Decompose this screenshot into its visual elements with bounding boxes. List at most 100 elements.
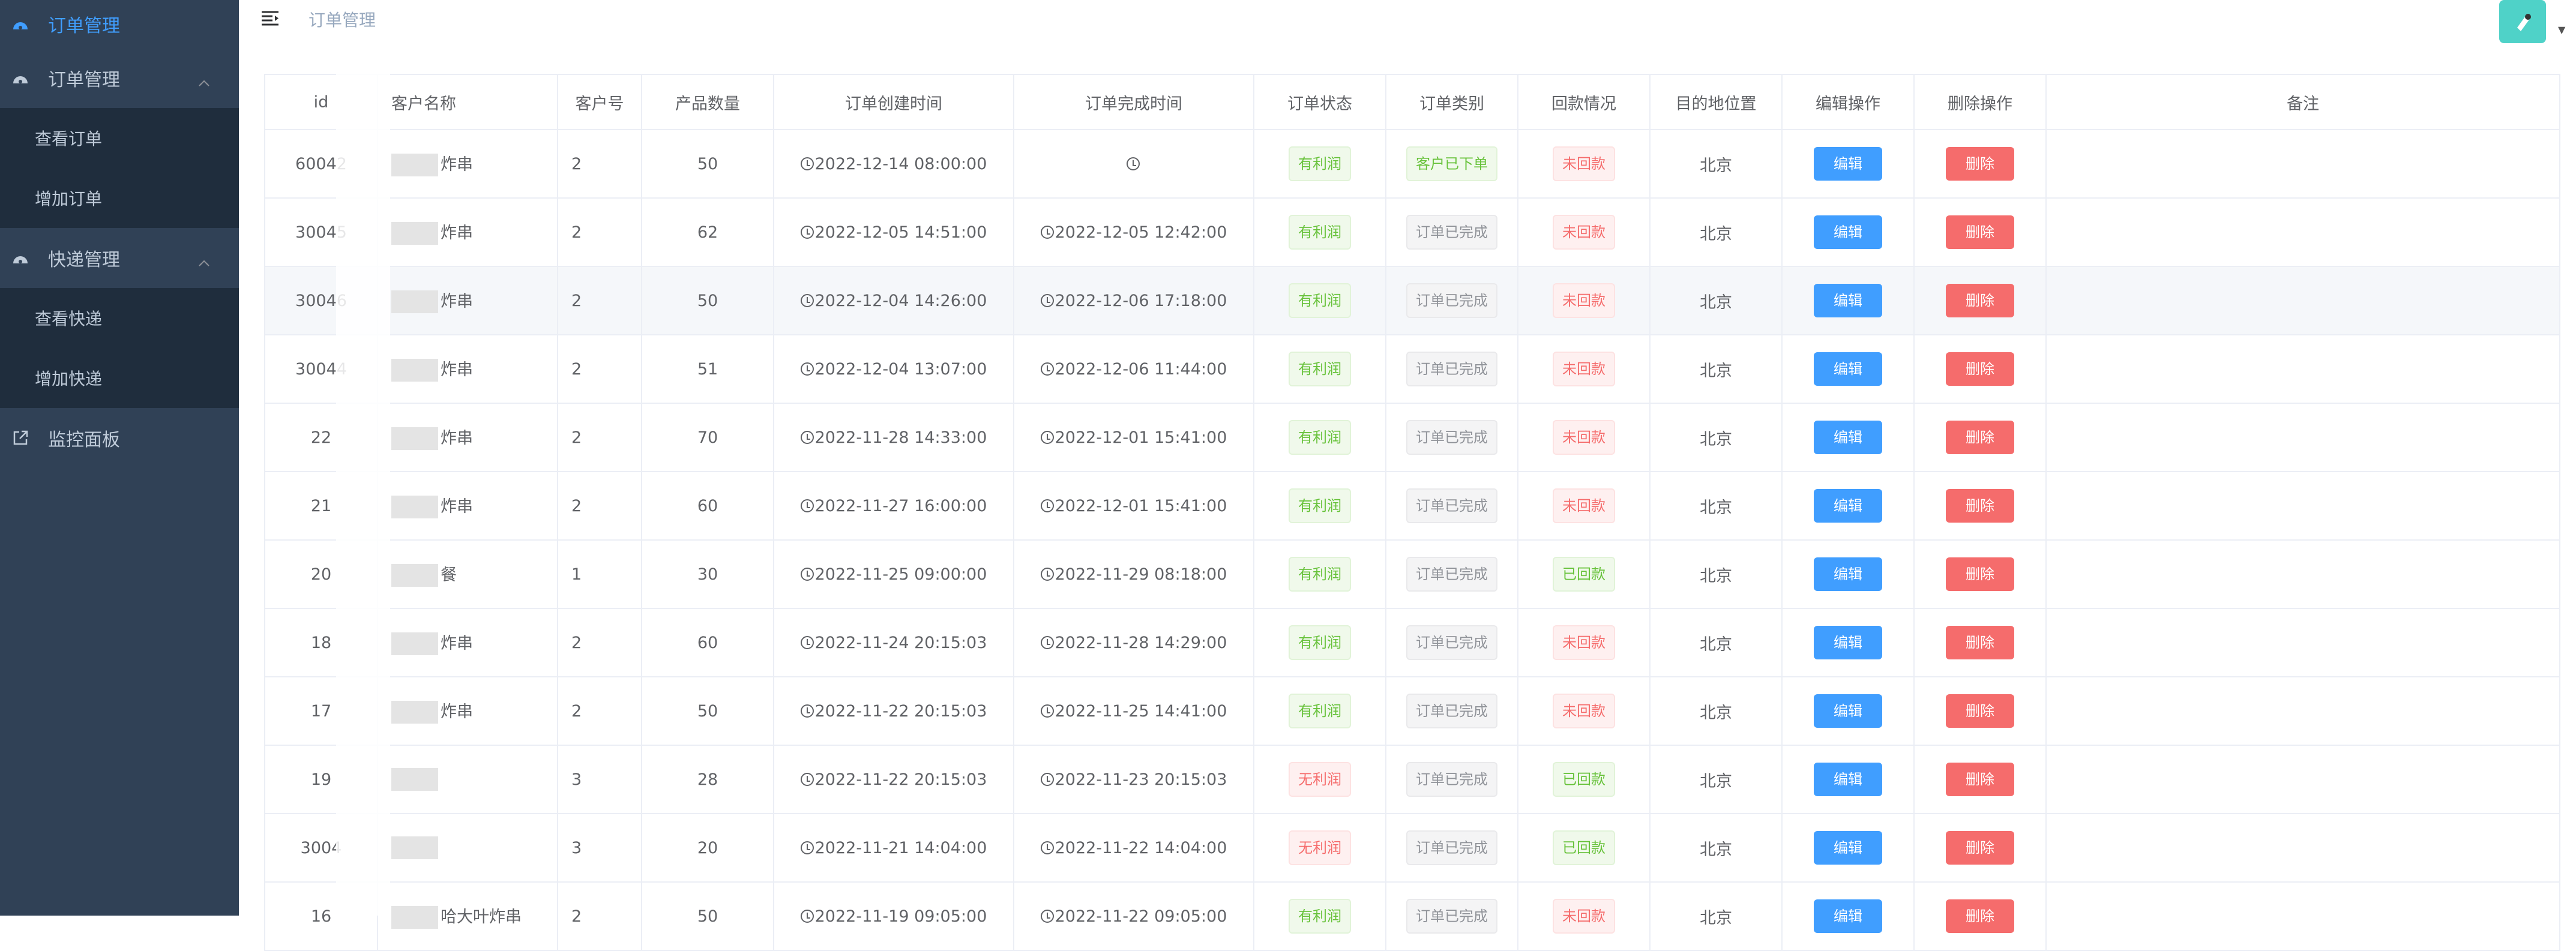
id-text: 18 [310,633,332,652]
cell-status: 有利润 [1253,881,1386,951]
cell-category: 订单已完成 [1385,197,1518,267]
quantity-text: 51 [697,359,718,379]
cell-destination: 北京 [1649,745,1783,814]
payment-tag: 已回款 [1553,762,1615,797]
delete-button[interactable]: 删除 [1946,626,2014,659]
cell-created: 2022-12-04 13:07:00 [773,334,1014,404]
cell-customer-no: 2 [557,471,642,541]
avatar[interactable] [2499,0,2546,43]
edit-button[interactable]: 编辑 [1814,899,1882,933]
customer-no-text: 2 [571,223,582,242]
cell-category: 订单已完成 [1385,881,1518,951]
clock-icon [800,567,814,581]
delete-button[interactable]: 删除 [1946,489,2014,523]
sidebar-item-view-orders[interactable]: 查看订单 [0,108,239,168]
sidebar-item-monitor[interactable]: 监控面板 [0,408,239,468]
payment-tag: 未回款 [1553,488,1615,523]
cell-remark [2045,403,2560,472]
cell-customer-no: 2 [557,129,642,199]
hamburger-icon[interactable] [259,8,281,30]
delete-button[interactable]: 删除 [1946,694,2014,728]
status-tag: 有利润 [1289,215,1351,250]
category-tag: 订单已完成 [1406,899,1497,934]
cell-destination: 北京 [1649,608,1783,677]
cell-edit: 编辑 [1781,197,1915,267]
cell-edit: 编辑 [1781,608,1915,677]
cell-payment: 未回款 [1517,334,1651,404]
sidebar-item-view-express[interactable]: 查看快递 [0,288,239,348]
edit-button[interactable]: 编辑 [1814,147,1882,181]
time-text: 2022-12-04 13:07:00 [814,359,987,379]
destination-text: 北京 [1700,703,1732,722]
quantity-text: 60 [697,496,718,515]
delete-button[interactable]: 删除 [1946,831,2014,865]
clock-icon [1040,225,1054,239]
clock-icon [800,635,814,649]
edit-button[interactable]: 编辑 [1814,694,1882,728]
edit-button[interactable]: 编辑 [1814,626,1882,659]
sidebar-item-order-management-top[interactable]: 订单管理 [0,0,239,48]
table-row: 30045 炸串 2 62 2022-12-05 14:51:00 2022-12-05 … [264,197,2560,267]
delete-button[interactable]: 删除 [1946,421,2014,454]
clock-icon [1040,841,1054,854]
table-header: id 客户名称 客户号 产品数量 订单创建时间 订单完成时间 订单状态 订单类别 回款情况 目的地… [264,74,2560,130]
cell-status: 有利润 [1253,403,1386,472]
delete-button[interactable]: 删除 [1946,557,2014,591]
column-header: 订单创建时间 [773,74,1014,130]
privacy-blur [336,74,390,916]
cell-category: 订单已完成 [1385,266,1518,335]
customer-no-text: 2 [571,291,582,310]
cell-completed: 2022-12-06 11:44:00 [1013,334,1254,404]
delete-button[interactable]: 删除 [1946,284,2014,317]
cell-edit: 编辑 [1781,881,1915,951]
sidebar-item-add-express[interactable]: 增加快递 [0,348,239,408]
edit-button[interactable]: 编辑 [1814,489,1882,523]
cell-quantity: 30 [641,539,774,609]
submenu-express[interactable]: 快递管理 [0,228,239,288]
cell-customer-no: 1 [557,539,642,609]
category-tag: 订单已完成 [1406,420,1497,455]
cell-completed: 2022-12-05 12:42:00 [1013,197,1254,267]
delete-button[interactable]: 删除 [1946,899,2014,933]
customer-name-text: 炸串 [441,497,473,516]
clock-icon [800,157,814,170]
delete-button[interactable]: 删除 [1946,763,2014,796]
clock-icon [1040,499,1054,512]
sidebar: 订单管理 订单管理 查看订单 增加订单 快递管理 查看快递 增加快递 监控面板 [0,0,239,916]
category-tag: 订单已完成 [1406,762,1497,797]
id-text: 20 [310,565,332,584]
cell-quantity: 50 [641,129,774,199]
sidebar-item-add-order[interactable]: 增加订单 [0,168,239,228]
cell-customer-no: 2 [557,266,642,335]
edit-button[interactable]: 编辑 [1814,763,1882,796]
cell-destination: 北京 [1649,813,1783,883]
destination-text: 北京 [1700,361,1732,380]
category-tag: 订单已完成 [1406,215,1497,250]
column-header: 删除操作 [1913,74,2047,130]
submenu-orders[interactable]: 订单管理 [0,48,239,108]
edit-button[interactable]: 编辑 [1814,352,1882,386]
status-tag: 无利润 [1289,762,1351,797]
time-text: 2022-12-05 12:42:00 [1055,223,1227,242]
redacted-block [391,359,438,382]
delete-button[interactable]: 删除 [1946,352,2014,386]
delete-button[interactable]: 删除 [1946,215,2014,249]
edit-button[interactable]: 编辑 [1814,831,1882,865]
quantity-text: 62 [697,223,718,242]
destination-text: 北京 [1700,566,1732,586]
edit-button[interactable]: 编辑 [1814,557,1882,591]
category-tag: 订单已完成 [1406,488,1497,523]
edit-button[interactable]: 编辑 [1814,215,1882,249]
cell-payment: 未回款 [1517,676,1651,746]
edit-button[interactable]: 编辑 [1814,284,1882,317]
delete-button[interactable]: 删除 [1946,147,2014,181]
cell-remark [2045,539,2560,609]
payment-tag: 已回款 [1553,557,1615,592]
cell-quantity: 50 [641,881,774,951]
time-text: 2022-11-29 08:18:00 [1055,565,1227,584]
cell-customer-no: 2 [557,881,642,951]
caret-down-icon[interactable]: ▼ [2558,24,2565,35]
edit-button[interactable]: 编辑 [1814,421,1882,454]
quantity-text: 50 [697,701,718,721]
id-text: 17 [310,701,332,721]
